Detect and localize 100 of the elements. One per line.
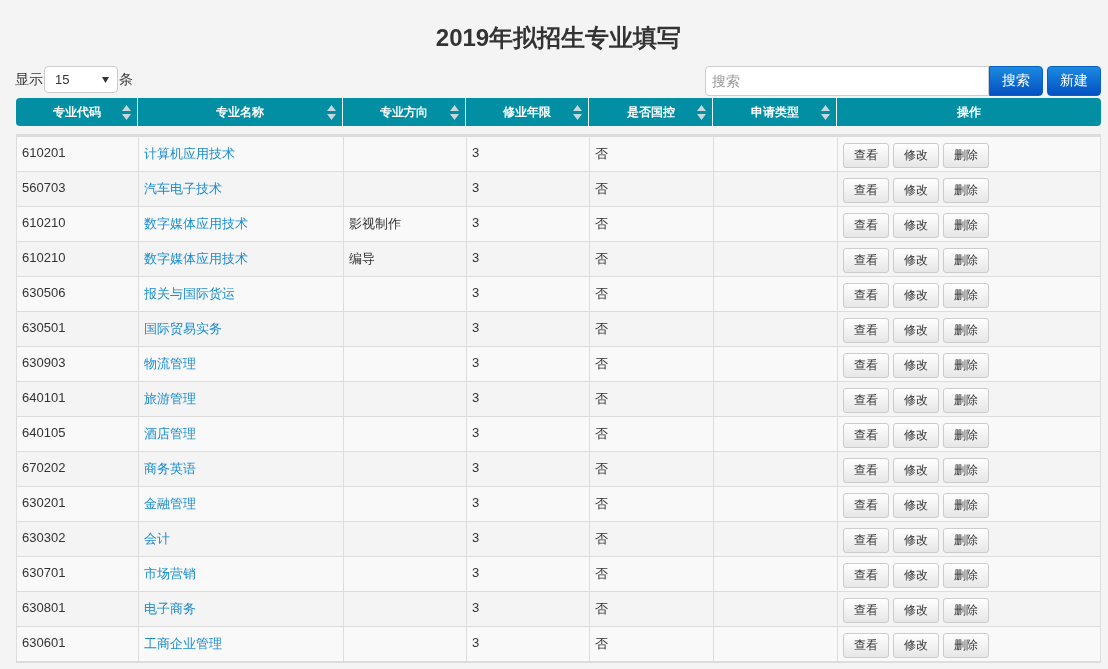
years-cell: 3 bbox=[472, 635, 480, 650]
delete-button[interactable]: 删除 bbox=[943, 213, 989, 238]
view-button[interactable]: 查看 bbox=[843, 598, 889, 623]
code-cell: 630506 bbox=[22, 285, 66, 300]
delete-button[interactable]: 删除 bbox=[943, 563, 989, 588]
edit-button[interactable]: 修改 bbox=[893, 388, 939, 413]
search-button[interactable]: 搜索 bbox=[989, 66, 1043, 96]
view-button[interactable]: 查看 bbox=[843, 283, 889, 308]
major-name-link[interactable]: 物流管理 bbox=[144, 356, 196, 371]
view-button[interactable]: 查看 bbox=[843, 248, 889, 273]
major-name-link[interactable]: 会计 bbox=[144, 531, 170, 546]
sort-icon[interactable] bbox=[450, 105, 459, 120]
delete-button[interactable]: 删除 bbox=[943, 353, 989, 378]
years-cell: 3 bbox=[472, 565, 480, 580]
sort-icon[interactable] bbox=[821, 105, 830, 120]
delete-button[interactable]: 删除 bbox=[943, 388, 989, 413]
column-header[interactable]: 修业年限 bbox=[466, 98, 589, 126]
view-button[interactable]: 查看 bbox=[843, 213, 889, 238]
caret-icon bbox=[102, 76, 109, 83]
edit-button[interactable]: 修改 bbox=[893, 528, 939, 553]
major-name-link[interactable]: 电子商务 bbox=[144, 601, 196, 616]
controlled-cell: 否 bbox=[595, 321, 608, 336]
major-name-link[interactable]: 国际贸易实务 bbox=[144, 321, 222, 336]
edit-button[interactable]: 修改 bbox=[893, 493, 939, 518]
controlled-cell: 否 bbox=[595, 601, 608, 616]
delete-button[interactable]: 删除 bbox=[943, 318, 989, 343]
years-cell: 3 bbox=[472, 495, 480, 510]
column-header[interactable]: 专业代码 bbox=[16, 98, 138, 126]
edit-button[interactable]: 修改 bbox=[893, 633, 939, 658]
delete-button[interactable]: 删除 bbox=[943, 633, 989, 658]
page-title: 2019年拟招生专业填写 bbox=[435, 23, 682, 53]
sort-icon[interactable] bbox=[122, 105, 131, 120]
years-cell: 3 bbox=[472, 355, 480, 370]
new-button[interactable]: 新建 bbox=[1047, 66, 1101, 96]
edit-button[interactable]: 修改 bbox=[893, 563, 939, 588]
edit-button[interactable]: 修改 bbox=[893, 318, 939, 343]
delete-button[interactable]: 删除 bbox=[943, 248, 989, 273]
major-name-link[interactable]: 市场营销 bbox=[144, 566, 196, 581]
edit-button[interactable]: 修改 bbox=[893, 598, 939, 623]
major-name-link[interactable]: 报关与国际货运 bbox=[144, 286, 235, 301]
delete-button[interactable]: 删除 bbox=[943, 283, 989, 308]
years-cell: 3 bbox=[472, 250, 480, 265]
edit-button[interactable]: 修改 bbox=[893, 178, 939, 203]
code-cell: 670202 bbox=[22, 460, 66, 475]
major-name-link[interactable]: 酒店管理 bbox=[144, 426, 196, 441]
edit-button[interactable]: 修改 bbox=[893, 283, 939, 308]
controlled-cell: 否 bbox=[595, 286, 608, 301]
code-cell: 630801 bbox=[22, 600, 66, 615]
view-button[interactable]: 查看 bbox=[843, 388, 889, 413]
search-field[interactable]: 搜索 bbox=[705, 66, 989, 96]
edit-button[interactable]: 修改 bbox=[893, 353, 939, 378]
major-name-link[interactable]: 数字媒体应用技术 bbox=[144, 251, 248, 266]
code-cell: 630903 bbox=[22, 355, 66, 370]
view-button[interactable]: 查看 bbox=[843, 563, 889, 588]
controlled-cell: 否 bbox=[595, 181, 608, 196]
view-button[interactable]: 查看 bbox=[843, 423, 889, 448]
code-cell: 640101 bbox=[22, 390, 66, 405]
view-button[interactable]: 查看 bbox=[843, 143, 889, 168]
view-button[interactable]: 查看 bbox=[843, 493, 889, 518]
major-name-link[interactable]: 计算机应用技术 bbox=[144, 146, 235, 161]
view-button[interactable]: 查看 bbox=[843, 318, 889, 343]
column-header[interactable]: 申请类型 bbox=[713, 98, 837, 126]
major-name-link[interactable]: 旅游管理 bbox=[144, 391, 196, 406]
delete-button[interactable]: 删除 bbox=[943, 493, 989, 518]
delete-button[interactable]: 删除 bbox=[943, 178, 989, 203]
show-label: 显示 bbox=[15, 70, 43, 89]
sort-icon[interactable] bbox=[697, 105, 706, 120]
sort-icon[interactable] bbox=[327, 105, 336, 120]
page-size-select[interactable]: 15 bbox=[44, 66, 118, 93]
major-name-link[interactable]: 商务英语 bbox=[144, 461, 196, 476]
years-cell: 3 bbox=[472, 320, 480, 335]
delete-button[interactable]: 删除 bbox=[943, 458, 989, 483]
years-cell: 3 bbox=[472, 285, 480, 300]
delete-button[interactable]: 删除 bbox=[943, 598, 989, 623]
code-cell: 560703 bbox=[22, 180, 66, 195]
delete-button[interactable]: 删除 bbox=[943, 143, 989, 168]
view-button[interactable]: 查看 bbox=[843, 353, 889, 378]
code-cell: 610201 bbox=[22, 145, 66, 160]
view-button[interactable]: 查看 bbox=[843, 178, 889, 203]
major-name-link[interactable]: 数字媒体应用技术 bbox=[144, 216, 248, 231]
column-header[interactable]: 专业方向 bbox=[343, 98, 466, 126]
column-header[interactable]: 是否国控 bbox=[589, 98, 713, 126]
controlled-cell: 否 bbox=[595, 636, 608, 651]
view-button[interactable]: 查看 bbox=[843, 458, 889, 483]
edit-button[interactable]: 修改 bbox=[893, 458, 939, 483]
view-button[interactable]: 查看 bbox=[843, 633, 889, 658]
years-cell: 3 bbox=[472, 425, 480, 440]
delete-button[interactable]: 删除 bbox=[943, 528, 989, 553]
major-name-link[interactable]: 工商企业管理 bbox=[144, 636, 222, 651]
view-button[interactable]: 查看 bbox=[843, 528, 889, 553]
sort-icon[interactable] bbox=[573, 105, 582, 120]
edit-button[interactable]: 修改 bbox=[893, 423, 939, 448]
major-name-link[interactable]: 金融管理 bbox=[144, 496, 196, 511]
column-header[interactable]: 专业名称 bbox=[138, 98, 343, 126]
major-name-link[interactable]: 汽车电子技术 bbox=[144, 181, 222, 196]
delete-button[interactable]: 删除 bbox=[943, 423, 989, 448]
code-cell: 630501 bbox=[22, 320, 66, 335]
edit-button[interactable]: 修改 bbox=[893, 143, 939, 168]
edit-button[interactable]: 修改 bbox=[893, 213, 939, 238]
edit-button[interactable]: 修改 bbox=[893, 248, 939, 273]
